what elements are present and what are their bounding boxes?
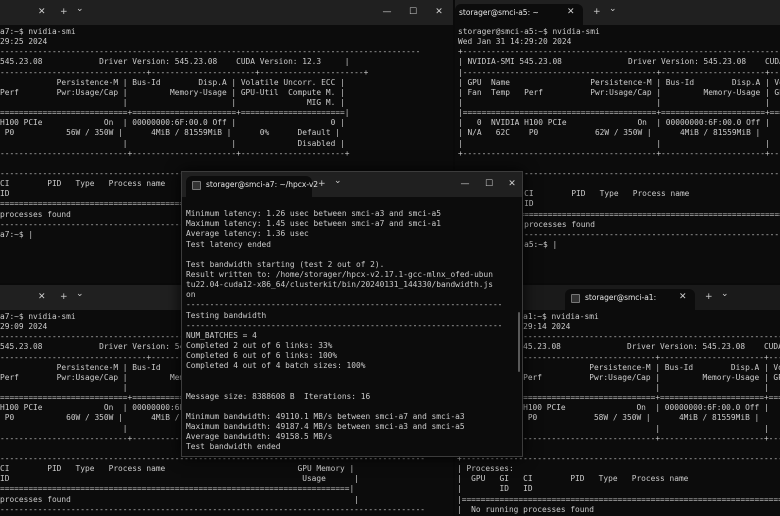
terminal-line: 545.23.08 Driver Version: 545.23.08 CUDA… <box>0 57 350 67</box>
terminal-line: | | MIG M. | <box>0 97 345 107</box>
terminal-line: processes found | <box>0 494 359 504</box>
terminal-line: CI PID Type Process name GPU Memory | <box>0 464 355 474</box>
terminal-line: | GPU GI CI PID Type Process name GPU Me… <box>457 474 689 484</box>
terminal-line: Test latency ended <box>186 239 272 249</box>
terminal-line: Maximum latency: 1.45 usec between smci-… <box>186 219 442 229</box>
terminal-line: Testing bandwidth <box>186 310 267 320</box>
tab-active[interactable]: storager@smci-a7: ~/hpcx-v2 <box>186 176 318 197</box>
terminal-line: tu22.04-cuda12-x86_64/clusterkit/bin/202… <box>186 280 493 290</box>
terminal-line: | No running processes found <box>457 504 594 514</box>
terminal-line: ----------------------------------------… <box>186 300 503 310</box>
terminal-line: |---------------------------------------… <box>458 67 780 77</box>
tab-title: storager@smci-a5: ~ <box>459 8 539 17</box>
minimize-button[interactable]: — <box>380 5 394 19</box>
terminal-line: ----------------------------------------… <box>186 320 503 330</box>
terminal-line: Average bandwidth: 49158.5 MB/s <box>186 432 333 442</box>
terminal-line: | | | Disabled <box>458 138 770 148</box>
terminal-line: Completed 2 out of 6 links: 33% <box>186 340 333 350</box>
terminal-line: ID Usage | <box>0 474 359 484</box>
terminal-line: | N/A 62C P0 62W / 350W | 4MiB / 81559Mi… <box>458 128 761 138</box>
terminal-line: | NVIDIA-SMI 545.23.08 Driver Version: 5… <box>458 57 780 67</box>
terminal-line: Maximum bandwidth: 49187.4 MB/s between … <box>186 422 465 432</box>
terminal-line: | ID ID Usage <box>457 484 533 494</box>
new-tab-button[interactable]: + <box>318 179 326 189</box>
maximize-button[interactable]: ☐ <box>406 5 420 19</box>
tab-title: storager@smci-a1: <box>585 293 657 302</box>
terminal-line: +---------------------------------------… <box>458 47 780 57</box>
terminal-line: Persistence-M | Bus-Id Disp.A | Volatile… <box>0 77 345 87</box>
terminal-icon <box>571 294 580 303</box>
terminal-line: ========================================… <box>0 484 355 494</box>
tab-dropdown-icon[interactable]: ⌄ <box>76 4 84 14</box>
terminal-line: | | | MIG M. <box>458 97 770 107</box>
terminal-line: Test bandwidth starting (test 2 out of 2… <box>186 259 385 269</box>
close-button[interactable]: ✕ <box>432 5 446 19</box>
terminal-line: Minimum latency: 1.26 usec between smci-… <box>186 209 442 219</box>
title-bar: ✕ + ⌄ — ☐ ✕ <box>0 0 453 25</box>
terminal-line: H100 PCIe On | 00000000:6F:00.0 Off | 0 … <box>0 118 345 128</box>
new-tab-button[interactable]: + <box>593 7 601 17</box>
terminal-line: -------------------------------+--------… <box>0 67 369 77</box>
tab-dropdown-icon[interactable]: ⌄ <box>721 289 729 299</box>
terminal-line: Average latency: 1.36 usec <box>186 229 309 239</box>
terminal-line: Minimum bandwidth: 49110.1 MB/s between … <box>186 411 465 421</box>
terminal-line: P0 56W / 350W | 4MiB / 81559MiB | 0% Def… <box>0 128 341 138</box>
terminal-line: Result written to: /home/storager/hpcx-v… <box>186 269 493 279</box>
terminal-line: Wed Jan 31 14:29:20 2024 <box>458 37 572 47</box>
tab-dropdown-icon[interactable]: ⌄ <box>334 176 342 186</box>
terminal-line: Completed 6 out of 6 links: 100% <box>186 351 338 361</box>
maximize-button[interactable]: ☐ <box>482 177 496 191</box>
terminal-line: NUM_BATCHES = 4 <box>186 330 257 340</box>
title-bar: storager@smci-a7: ~/hpcx-v2 + ⌄ — ☐ ✕ <box>182 172 522 197</box>
terminal-line: storager@smci-a5:~$ nvidia-smi <box>458 27 600 36</box>
terminal-line: ---------------------------+------------… <box>0 148 350 158</box>
terminal-line: |=======================================… <box>458 108 780 118</box>
terminal-line: 29:25 2024 <box>0 37 48 47</box>
tab-close-icon[interactable]: ✕ <box>38 292 46 302</box>
new-tab-button[interactable]: + <box>60 292 68 302</box>
terminal-line: +---------------------------------------… <box>458 148 780 158</box>
tab-active[interactable]: storager@smci-a5: ~ ✕ <box>455 4 583 25</box>
title-bar: storager@smci-a5: ~ ✕ + ⌄ <box>455 0 780 25</box>
terminal-line: | | Disabled | <box>0 138 345 148</box>
new-tab-button[interactable]: + <box>60 7 68 17</box>
terminal-line: | GPU Name Persistence-M | Bus-Id Disp.A… <box>458 77 780 87</box>
terminal-line: | Fan Temp Perf Pwr:Usage/Cap | Memory-U… <box>458 87 780 97</box>
terminal-line: ----------------------------------------… <box>0 504 426 514</box>
terminal-line: Test bandwidth ended <box>186 442 281 452</box>
terminal-line: |=======================================… <box>457 494 780 504</box>
tab-close-icon[interactable]: ✕ <box>38 7 46 17</box>
tab-title: storager@smci-a7: ~/hpcx-v2 <box>206 180 319 189</box>
terminal-line: on <box>186 290 196 300</box>
terminal-line: ----------------------------------------… <box>0 47 421 57</box>
terminal-line: Perf Pwr:Usage/Cap | Memory-Usage | GPU-… <box>0 87 345 97</box>
tab-dropdown-icon[interactable]: ⌄ <box>76 289 84 299</box>
scrollbar-thumb[interactable] <box>518 312 520 372</box>
terminal-icon <box>192 181 201 190</box>
terminal-line: ===========================+============… <box>0 108 350 118</box>
terminal-line: a7:~$ nvidia-smi <box>0 27 76 36</box>
tab-close-icon[interactable]: ✕ <box>567 7 575 17</box>
close-button[interactable]: ✕ <box>505 177 519 191</box>
terminal-window-center: storager@smci-a7: ~/hpcx-v2 + ⌄ — ☐ ✕ Mi… <box>181 171 523 457</box>
terminal-line: | 0 NVIDIA H100 PCIe On | 00000000:6F:00… <box>458 118 770 128</box>
terminal-output[interactable]: Minimum latency: 1.26 usec between smci-… <box>182 197 522 456</box>
tab-active[interactable]: storager@smci-a1: ✕ <box>565 289 695 310</box>
terminal-line: Completed 4 out of 4 batch sizes: 100% <box>186 361 366 371</box>
tab-dropdown-icon[interactable]: ⌄ <box>609 4 617 14</box>
minimize-button[interactable]: — <box>458 177 472 191</box>
terminal-line: Message size: 8388608 B Iterations: 16 <box>186 391 371 401</box>
tab-close-icon[interactable]: ✕ <box>679 292 687 302</box>
terminal-line: | Processes: <box>457 464 514 474</box>
new-tab-button[interactable]: + <box>705 292 713 302</box>
